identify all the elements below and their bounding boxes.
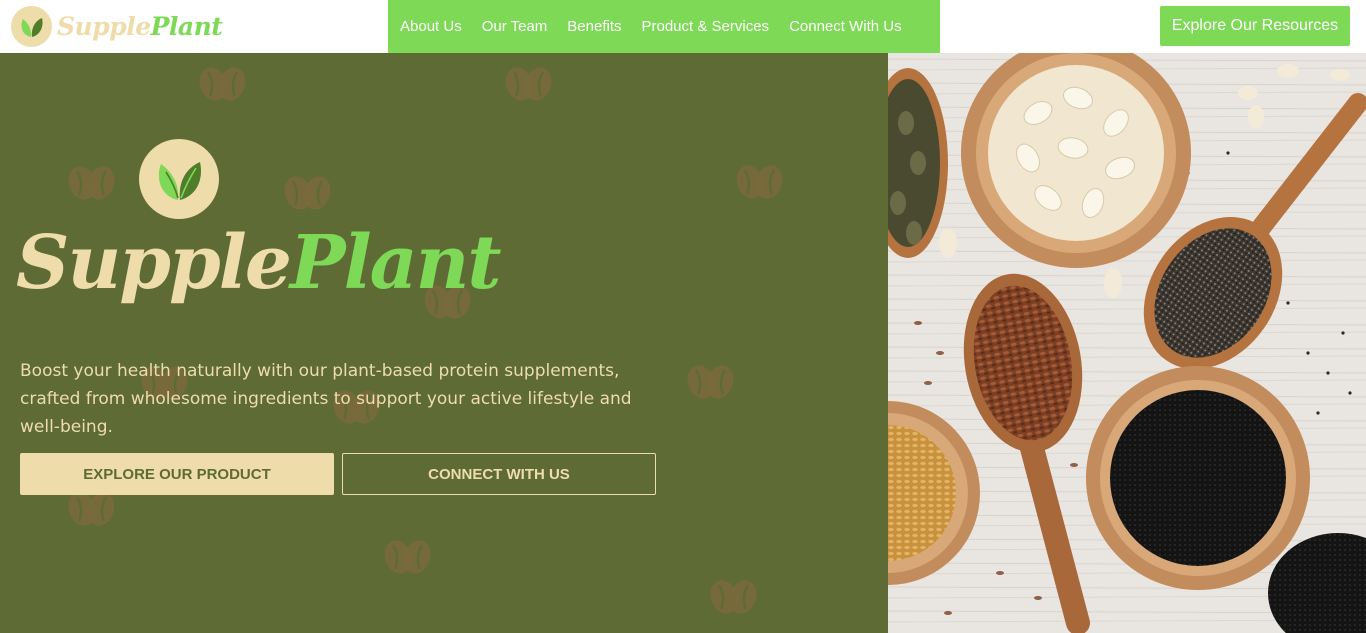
coffee-bean-icon [687,365,734,399]
hero-description: Boost your health naturally with our pla… [20,361,632,437]
nav-connect-with-us[interactable]: Connect With Us [789,18,902,35]
coffee-bean-icon [199,67,246,101]
leaf-icon [139,139,219,219]
site-header: SupplePlant About Us Our Team Benefits P… [0,0,1366,53]
main-nav: About Us Our Team Benefits Product & Ser… [388,0,940,53]
nav-our-team[interactable]: Our Team [482,18,548,35]
hero-title: SupplePlant [16,220,502,306]
hero-section: SupplePlant Boost your health naturally … [0,53,888,633]
coffee-bean-icon [384,540,431,574]
site-logo[interactable]: SupplePlant [11,5,223,47]
explore-resources-button[interactable]: Explore Our Resources [1160,6,1350,46]
coffee-bean-icon [736,165,783,199]
coffee-bean-icon [710,580,757,614]
connect-with-us-button[interactable]: CONNECT WITH US [342,453,656,495]
seeds-in-wooden-bowls-photo [888,53,1366,633]
logo-wordmark: SupplePlant [57,11,223,41]
coffee-bean-icon [505,67,552,101]
coffee-bean-icon [284,176,331,210]
nav-benefits[interactable]: Benefits [567,18,621,35]
leaf-icon [11,5,52,47]
nav-about-us[interactable]: About Us [400,18,462,35]
coffee-bean-icon [68,166,115,200]
nav-product-services[interactable]: Product & Services [642,18,770,35]
explore-product-button[interactable]: EXPLORE OUR PRODUCT [20,453,334,495]
